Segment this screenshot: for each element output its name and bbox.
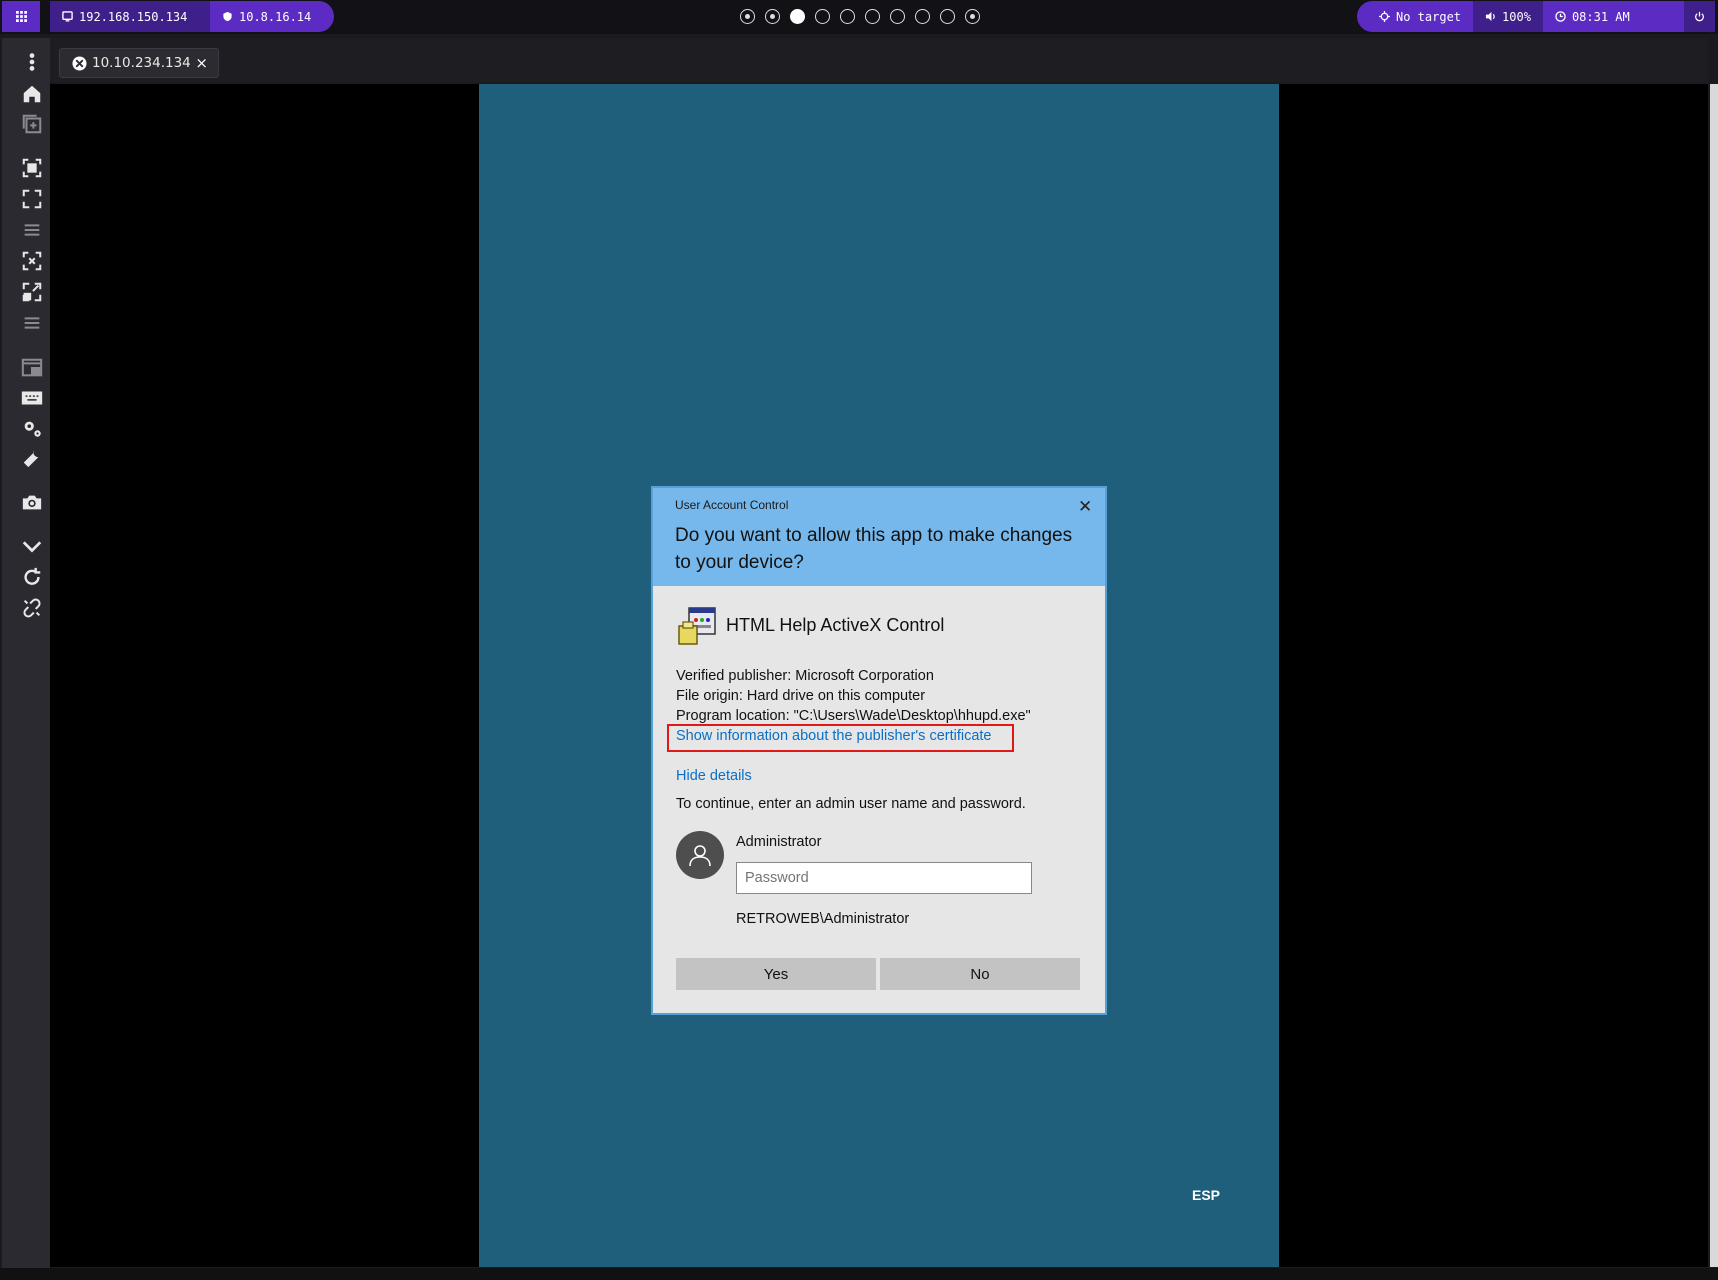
uac-question: Do you want to allow this app to make ch… (675, 525, 1073, 573)
publisher-info: Verified publisher: Microsoft Corporatio… (676, 668, 934, 684)
status-pill: No target 100% 08:31 AM (1357, 1, 1715, 32)
username-label: Administrator (736, 834, 822, 850)
host-ip: 192.168.150.134 (79, 9, 188, 24)
volume-level: 100% (1502, 9, 1531, 24)
expand-icon[interactable] (20, 280, 44, 304)
app-name: HTML Help ActiveX Control (726, 615, 945, 635)
target-segment[interactable]: No target (1357, 1, 1473, 32)
user-avatar (676, 831, 724, 879)
monitor-icon (62, 11, 73, 22)
wrench-icon[interactable] (20, 446, 44, 470)
workspace-7[interactable] (890, 9, 905, 24)
sidebar (2, 38, 50, 1272)
list-icon-2[interactable] (20, 311, 44, 335)
clock-icon (1555, 11, 1566, 22)
camera-icon[interactable] (20, 490, 44, 514)
hide-details-link[interactable]: Hide details (676, 768, 752, 784)
workspace-2[interactable] (765, 9, 780, 24)
domain-user-label: RETROWEB\Administrator (736, 911, 910, 927)
workspace-switcher (740, 9, 980, 24)
clock-segment: 08:31 AM (1543, 1, 1642, 32)
workspace-9[interactable] (940, 9, 955, 24)
fit-screen-icon[interactable] (20, 156, 44, 180)
bottom-edge (0, 1268, 1718, 1280)
unlink-icon[interactable] (20, 596, 44, 620)
workspace-3-active[interactable] (790, 9, 805, 24)
refresh-icon[interactable] (20, 565, 44, 589)
workspace-8[interactable] (915, 9, 930, 24)
continue-instruction: To continue, enter an admin user name an… (676, 796, 1026, 812)
chevron-down-icon[interactable] (20, 534, 44, 558)
fullscreen-icon[interactable] (20, 187, 44, 211)
window-edge (1710, 84, 1718, 1267)
grid-icon (15, 11, 27, 22)
tab-close-icon[interactable]: × (195, 54, 208, 72)
new-window-icon[interactable] (20, 112, 44, 136)
program-location-info: Program location: "C:\Users\Wade\Desktop… (676, 708, 1031, 724)
power-button[interactable] (1684, 1, 1715, 32)
workspace-5[interactable] (840, 9, 855, 24)
yes-button[interactable]: Yes (676, 958, 876, 990)
target-label: No target (1396, 9, 1462, 24)
host-ip-segment[interactable]: 192.168.150.134 (50, 1, 210, 32)
uac-window-title: User Account Control (675, 498, 789, 512)
list-icon[interactable] (20, 218, 44, 242)
tab-remote-session[interactable]: 10.10.234.134 × (59, 48, 219, 78)
no-button[interactable]: No (880, 958, 1080, 990)
tab-bar: 10.10.234.134 × (50, 38, 1708, 82)
apps-menu-button[interactable] (2, 1, 40, 32)
network-info: 192.168.150.134 10.8.16.14 (50, 1, 334, 32)
settings-icon[interactable] (20, 416, 44, 440)
clock-time: 08:31 AM (1571, 9, 1630, 24)
speaker-icon (1485, 11, 1495, 22)
home-icon[interactable] (20, 82, 44, 106)
highlight-box (667, 724, 1014, 752)
password-input[interactable] (736, 862, 1032, 894)
workspace-4[interactable] (815, 9, 830, 24)
workspace-1[interactable] (740, 9, 755, 24)
close-icon[interactable]: ✕ (1078, 497, 1092, 517)
keyboard-icon[interactable] (20, 386, 44, 410)
vpn-ip: 10.8.16.14 (239, 9, 312, 24)
app-program-icon (678, 607, 716, 645)
file-origin-info: File origin: Hard drive on this computer (676, 688, 926, 704)
shield-icon (223, 11, 232, 22)
language-indicator[interactable]: ESP (1192, 1187, 1220, 1203)
windows-logo-icon (72, 55, 87, 71)
volume-segment[interactable]: 100% (1473, 1, 1543, 32)
top-bar: 192.168.150.134 10.8.16.14 No target 100… (0, 0, 1718, 34)
uac-header: User Account Control ✕ Do you want to al… (653, 488, 1105, 586)
pip-icon[interactable] (20, 356, 44, 380)
vpn-ip-segment[interactable]: 10.8.16.14 (210, 1, 323, 32)
workspace-10[interactable] (965, 9, 980, 24)
kebab-menu-icon[interactable] (20, 50, 44, 74)
uac-dialog: User Account Control ✕ Do you want to al… (651, 486, 1107, 1015)
crosshair-icon (1379, 11, 1390, 22)
workspace-6[interactable] (865, 9, 880, 24)
tab-label: 10.10.234.134 (92, 55, 191, 71)
power-icon (1695, 11, 1704, 22)
fit-icon[interactable] (20, 249, 44, 273)
user-icon (689, 845, 711, 867)
